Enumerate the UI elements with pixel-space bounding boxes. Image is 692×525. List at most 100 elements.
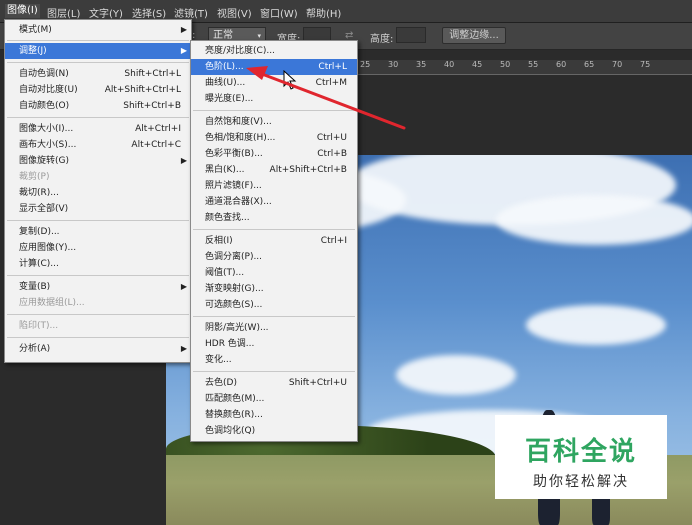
menu-item-levels[interactable]: 色阶(L)... Ctrl+L (191, 59, 357, 75)
menu-item-image-size[interactable]: 图像大小(I)... Alt+Ctrl+I (5, 121, 191, 137)
ruler-label: 50 (500, 60, 511, 69)
menu-item-invert[interactable]: 反相(I) Ctrl+I (191, 233, 357, 249)
menu-item-label: 去色(D) (205, 378, 237, 388)
menu-item-label: 图像旋转(G) (19, 156, 69, 166)
menu-item-replace-color[interactable]: 替换颜色(R)... (191, 407, 357, 423)
menu-item-posterize[interactable]: 色调分离(P)... (191, 249, 357, 265)
menu-item-label: 亮度/对比度(C)... (205, 46, 275, 56)
menu-item-shortcut: Alt+Ctrl+I (135, 124, 181, 134)
menu-item-variables[interactable]: 变量(B) ▶ (5, 279, 191, 295)
menu-item-brightness-contrast[interactable]: 亮度/对比度(C)... (191, 43, 357, 59)
menu-layer[interactable]: 图层(L) (47, 5, 80, 20)
menu-item-crop: 裁剪(P) (5, 169, 191, 185)
menu-separator (7, 275, 189, 276)
menu-item-shortcut: Ctrl+L (318, 62, 347, 72)
menu-item-shortcut: Shift+Ctrl+B (123, 101, 181, 111)
menu-item-hue-saturation[interactable]: 色相/饱和度(H)... Ctrl+U (191, 130, 357, 146)
menu-item-auto-color[interactable]: 自动颜色(O) Shift+Ctrl+B (5, 98, 191, 114)
chevron-right-icon: ▶ (180, 344, 187, 353)
menu-item-label: 变化... (205, 355, 232, 365)
ruler-label: 45 (472, 60, 483, 69)
image-menu-dropdown: 模式(M) ▶ 调整(J) ▶ 自动色调(N) Shift+Ctrl+L 自动对… (4, 19, 192, 363)
menu-item-label: 自动色调(N) (19, 69, 69, 79)
menu-item-trim[interactable]: 裁切(R)... (5, 185, 191, 201)
menu-item-shortcut: Alt+Shift+Ctrl+L (104, 85, 181, 95)
arrow-cursor-icon (283, 70, 297, 90)
adjustments-submenu: 亮度/对比度(C)... 色阶(L)... Ctrl+L 曲线(U)... Ct… (190, 40, 358, 442)
menu-item-hdr-toning[interactable]: HDR 色调... (191, 336, 357, 352)
menu-filter[interactable]: 滤镜(T) (174, 5, 208, 20)
menu-item-canvas-size[interactable]: 画布大小(S)... Alt+Ctrl+C (5, 137, 191, 153)
menu-item-label: 黑白(K)... (205, 165, 245, 175)
menu-image[interactable]: 图像(I) (5, 4, 40, 18)
menu-item-shortcut: Ctrl+B (317, 149, 347, 159)
menu-item-desaturate[interactable]: 去色(D) Shift+Ctrl+U (191, 375, 357, 391)
ruler-label: 60 (556, 60, 567, 69)
menu-item-black-white[interactable]: 黑白(K)... Alt+Shift+Ctrl+B (191, 162, 357, 178)
menu-item-calculations[interactable]: 计算(C)... (5, 256, 191, 272)
ruler-label: 55 (528, 60, 539, 69)
menu-item-image-rotation[interactable]: 图像旋转(G) ▶ (5, 153, 191, 169)
menu-window[interactable]: 窗口(W) (260, 5, 298, 20)
menu-item-label: 色阶(L)... (205, 62, 244, 72)
menu-separator (7, 117, 189, 118)
menu-item-label: 反相(I) (205, 236, 233, 246)
menu-item-label: HDR 色调... (205, 339, 255, 349)
menu-item-auto-contrast[interactable]: 自动对比度(U) Alt+Shift+Ctrl+L (5, 82, 191, 98)
menu-item-label: 分析(A) (19, 344, 51, 354)
menu-item-label: 渐变映射(G)... (205, 284, 264, 294)
menu-item-label: 色相/饱和度(H)... (205, 133, 276, 143)
menu-item-label: 照片滤镜(F)... (205, 181, 262, 191)
menu-item-equalize[interactable]: 色调均化(Q) (191, 423, 357, 439)
menu-item-label: 变量(B) (19, 282, 51, 292)
menu-item-label: 自然饱和度(V)... (205, 117, 272, 127)
menu-item-auto-tone[interactable]: 自动色调(N) Shift+Ctrl+L (5, 66, 191, 82)
menu-select[interactable]: 选择(S) (132, 5, 166, 20)
menu-separator (193, 110, 355, 111)
menu-separator (193, 371, 355, 372)
menu-item-curves[interactable]: 曲线(U)... Ctrl+M (191, 75, 357, 91)
menu-item-label: 替换颜色(R)... (205, 410, 263, 420)
menu-item-shortcut: Alt+Ctrl+C (131, 140, 181, 150)
menu-item-gradient-map[interactable]: 渐变映射(G)... (191, 281, 357, 297)
menu-item-match-color[interactable]: 匹配颜色(M)... (191, 391, 357, 407)
refine-edge-button[interactable]: 调整边缘... (442, 27, 506, 44)
menu-item-label: 显示全部(V) (19, 204, 69, 214)
menu-item-vibrance[interactable]: 自然饱和度(V)... (191, 114, 357, 130)
height-field[interactable] (396, 27, 426, 43)
menu-item-apply-image[interactable]: 应用图像(Y)... (5, 240, 191, 256)
menu-item-analysis[interactable]: 分析(A) ▶ (5, 341, 191, 357)
photo-cloud (526, 305, 666, 345)
height-label: 高度: (370, 34, 394, 45)
ruler-label: 35 (416, 60, 427, 69)
menu-item-label: 调整(J) (19, 46, 47, 56)
chevron-right-icon: ▶ (180, 46, 187, 55)
menu-item-label: 阈值(T)... (205, 268, 245, 278)
menu-type[interactable]: 文字(Y) (89, 5, 123, 20)
menu-item-threshold[interactable]: 阈值(T)... (191, 265, 357, 281)
menu-item-shadows-highlights[interactable]: 阴影/高光(W)... (191, 320, 357, 336)
menu-item-reveal-all[interactable]: 显示全部(V) (5, 201, 191, 217)
menu-item-label: 色彩平衡(B)... (205, 149, 263, 159)
menu-item-exposure[interactable]: 曝光度(E)... (191, 91, 357, 107)
menu-item-channel-mixer[interactable]: 通道混合器(X)... (191, 194, 357, 210)
menu-item-label: 色调分离(P)... (205, 252, 263, 262)
photo-cloud (396, 355, 516, 395)
menu-separator (7, 62, 189, 63)
menu-separator (7, 40, 189, 41)
menu-item-photo-filter[interactable]: 照片滤镜(F)... (191, 178, 357, 194)
menu-item-adjustments[interactable]: 调整(J) ▶ (5, 43, 191, 59)
menu-item-variations[interactable]: 变化... (191, 352, 357, 368)
menu-item-selective-color[interactable]: 可选颜色(S)... (191, 297, 357, 313)
menu-item-shortcut: Alt+Shift+Ctrl+B (269, 165, 347, 175)
chevron-right-icon: ▶ (180, 282, 187, 291)
photo-cloud (496, 195, 692, 245)
menu-item-mode[interactable]: 模式(M) ▶ (5, 22, 191, 38)
menu-view[interactable]: 视图(V) (217, 5, 252, 20)
menu-item-shortcut: Ctrl+I (320, 236, 347, 246)
menu-item-color-lookup[interactable]: 颜色查找... (191, 210, 357, 226)
menu-item-duplicate[interactable]: 复制(D)... (5, 224, 191, 240)
ruler-label: 70 (612, 60, 623, 69)
menu-help[interactable]: 帮助(H) (306, 5, 341, 20)
menu-item-color-balance[interactable]: 色彩平衡(B)... Ctrl+B (191, 146, 357, 162)
